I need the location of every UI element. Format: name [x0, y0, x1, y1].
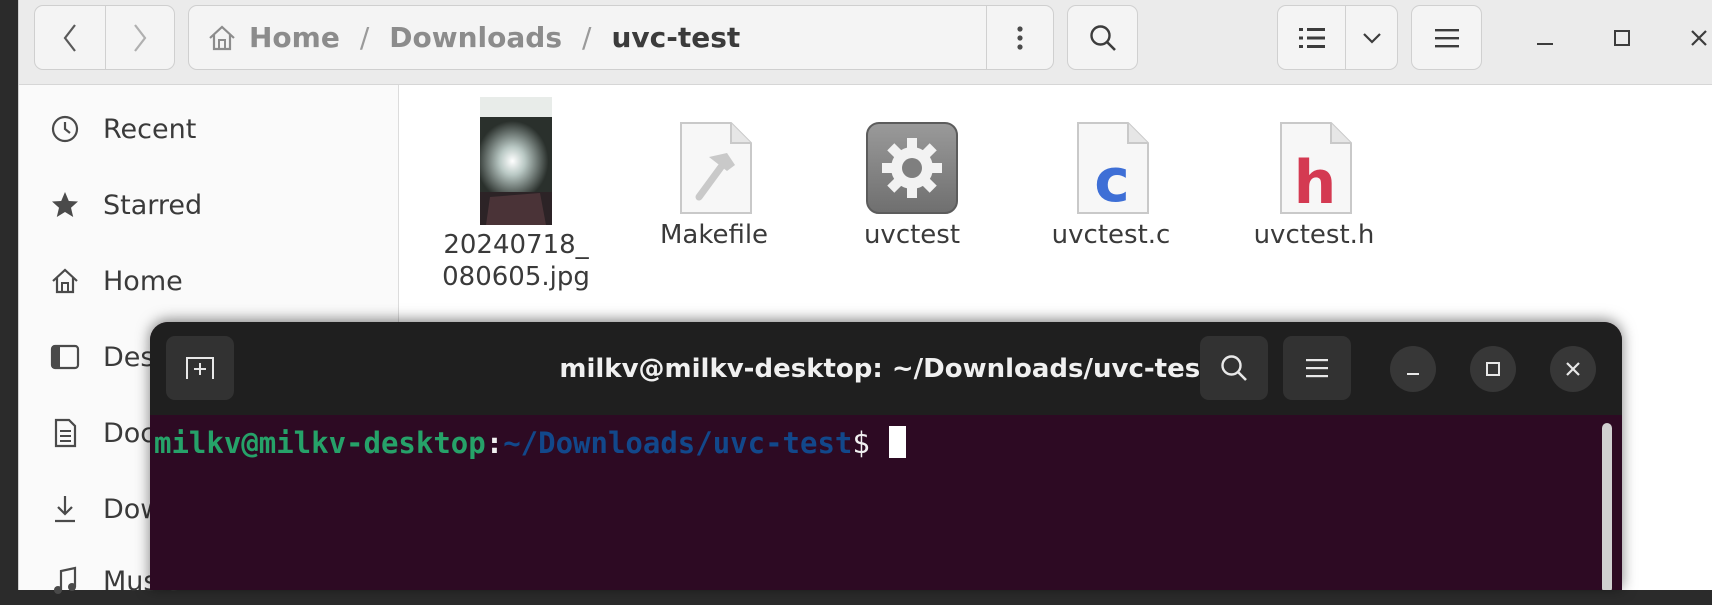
star-icon [49, 189, 81, 221]
sidebar-item-starred[interactable]: Starred [49, 181, 202, 229]
breadcrumb-home[interactable]: Home [249, 21, 340, 54]
hamburger-menu-icon [1306, 359, 1328, 378]
search-icon [1221, 355, 1247, 381]
view-options-button[interactable] [1346, 6, 1397, 69]
close-icon [1566, 362, 1580, 376]
hamburger-menu-icon [1434, 28, 1459, 47]
back-button[interactable] [35, 6, 106, 69]
breadcrumb-separator: / [359, 21, 370, 54]
home-icon [209, 25, 235, 50]
makefile-icon [680, 122, 752, 214]
maximize-icon [1614, 30, 1630, 46]
home-icon [49, 265, 81, 297]
minimize-icon [1537, 43, 1553, 45]
view-toggle-group [1277, 5, 1398, 70]
desktop-icon [49, 341, 81, 373]
terminal-scrollbar[interactable] [1602, 423, 1612, 590]
minimize-icon [1407, 373, 1419, 375]
forward-button[interactable] [105, 6, 174, 69]
new-tab-icon [186, 357, 214, 379]
terminal-window: milkv@milkv-desktop: ~/Downloads/uvc-tes… [150, 322, 1622, 590]
minimize-button[interactable] [1525, 18, 1565, 58]
file-name: uvctest.c [1051, 220, 1171, 250]
terminal-close-button[interactable] [1550, 346, 1596, 392]
file-name: uvctest.h [1253, 220, 1375, 250]
vertical-ellipsis-icon [1017, 25, 1023, 50]
path-bar: Home / Downloads / uvc-test [188, 5, 1054, 70]
close-button[interactable] [1679, 18, 1712, 58]
terminal-menu-button[interactable] [1283, 336, 1351, 400]
svg-text:h: h [1294, 148, 1337, 215]
image-thumbnail-icon [480, 97, 552, 225]
search-button[interactable] [1067, 5, 1138, 70]
download-icon [49, 493, 81, 525]
file-name: uvctest [863, 220, 961, 250]
main-menu-button[interactable] [1411, 5, 1482, 70]
close-icon [1691, 30, 1707, 46]
file-item-executable[interactable]: uvctest [827, 121, 997, 251]
chevron-down-icon [1362, 32, 1381, 44]
prompt-symbol: $ [852, 426, 888, 460]
gear-icon [866, 122, 958, 214]
clock-icon [49, 113, 81, 145]
document-icon [49, 417, 81, 449]
file-item-c-header[interactable]: h uvctest.h [1229, 121, 1399, 251]
file-name: 20240718_ 080605.jpg [442, 230, 590, 292]
sidebar-item-label: Recent [103, 113, 197, 145]
chevron-right-icon [134, 23, 147, 52]
breadcrumb-current[interactable]: uvc-test [611, 21, 740, 54]
headerbar: Home / Downloads / uvc-test [19, 0, 1712, 85]
maximize-button[interactable] [1602, 18, 1642, 58]
terminal-search-button[interactable] [1200, 336, 1268, 400]
text-cursor [889, 426, 907, 458]
terminal-output[interactable]: milkv@milkv-desktop:~/Downloads/uvc-test… [150, 415, 1622, 590]
terminal-maximize-button[interactable] [1470, 346, 1516, 392]
c-header-icon: h [1280, 122, 1352, 215]
list-view-button[interactable] [1278, 6, 1347, 69]
new-tab-button[interactable] [166, 336, 234, 400]
file-item-image[interactable]: 20240718_ 080605.jpg [431, 97, 601, 293]
shell-prompt: milkv@milkv-desktop:~/Downloads/uvc-test… [154, 425, 907, 461]
search-icon [1089, 24, 1116, 51]
sidebar-item-recent[interactable]: Recent [49, 105, 196, 153]
breadcrumb: Home / Downloads / uvc-test [207, 6, 740, 69]
music-icon [49, 565, 81, 597]
svg-text:c: c [1094, 146, 1130, 215]
breadcrumb-separator: / [582, 21, 592, 54]
terminal-minimize-button[interactable] [1390, 346, 1436, 392]
breadcrumb-downloads[interactable]: Downloads [389, 21, 562, 54]
chevron-left-icon [63, 23, 76, 52]
list-view-icon [1298, 27, 1325, 48]
sidebar-item-label: Home [103, 265, 183, 297]
prompt-user-host: milkv@milkv-desktop [154, 426, 486, 460]
nav-buttons [34, 5, 175, 70]
maximize-icon [1486, 362, 1500, 376]
prompt-colon: : [485, 426, 504, 460]
prompt-path: ~/Downloads/uvc-test [503, 426, 853, 460]
file-item-c-source[interactable]: c uvctest.c [1026, 121, 1196, 251]
sidebar-item-label: Starred [103, 189, 203, 221]
file-name: Makefile [659, 220, 769, 250]
sidebar-item-home[interactable]: Home [49, 257, 183, 305]
file-item-makefile[interactable]: Makefile [629, 121, 799, 251]
terminal-headerbar: milkv@milkv-desktop: ~/Downloads/uvc-tes… [150, 322, 1622, 415]
path-menu-button[interactable] [986, 6, 1053, 69]
c-source-icon: c [1077, 122, 1149, 215]
